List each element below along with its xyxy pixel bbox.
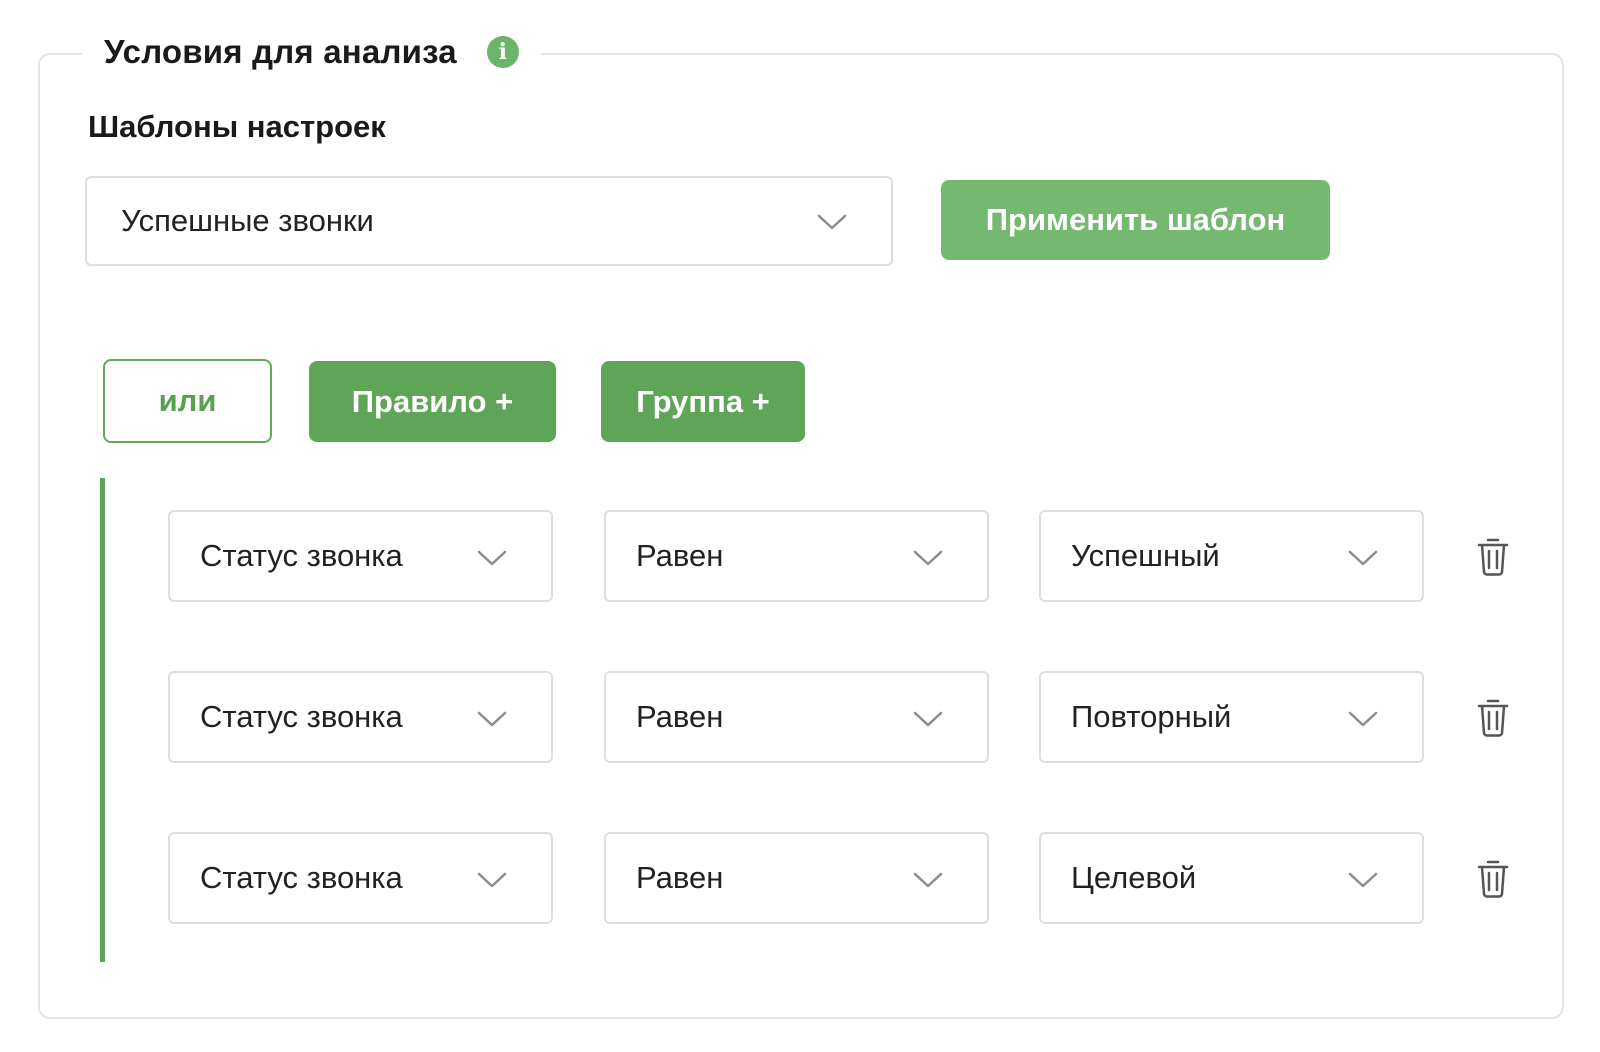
rule-field-select[interactable]: Статус звонка [168, 510, 553, 602]
rule-operator-select[interactable]: Равен [604, 671, 989, 763]
chevron-down-icon [1348, 550, 1378, 566]
chevron-down-icon [913, 872, 943, 888]
trash-icon[interactable] [1477, 536, 1509, 576]
panel-title: Условия для анализа [104, 33, 457, 70]
chevron-down-icon [913, 550, 943, 566]
chevron-down-icon [1348, 872, 1378, 888]
rule-value-select[interactable]: Успешный [1039, 510, 1424, 602]
chevron-down-icon [817, 214, 847, 230]
apply-template-button[interactable]: Применить шаблон [941, 180, 1330, 260]
rule-value-select[interactable]: Повторный [1039, 671, 1424, 763]
rule-row: Статус звонка Равен Целевой [0, 832, 1600, 924]
chevron-down-icon [913, 711, 943, 727]
template-select[interactable]: Успешные звонки [85, 176, 893, 266]
template-select-value: Успешные звонки [121, 203, 374, 238]
rule-row: Статус звонка Равен Повторный [0, 671, 1600, 763]
panel-legend: Условия для анализа i [82, 22, 541, 82]
add-rule-button[interactable]: Правило + [309, 361, 556, 442]
rule-operator-select[interactable]: Равен [604, 510, 989, 602]
info-icon[interactable]: i [486, 36, 519, 68]
chevron-down-icon [477, 872, 507, 888]
trash-icon[interactable] [1477, 858, 1509, 898]
templates-label: Шаблоны настроек [88, 109, 386, 144]
add-group-button[interactable]: Группа + [601, 361, 805, 442]
chevron-down-icon [477, 550, 507, 566]
trash-icon[interactable] [1477, 697, 1509, 737]
group-operator-button[interactable]: или [103, 359, 272, 443]
rule-field-select[interactable]: Статус звонка [168, 671, 553, 763]
rule-row: Статус звонка Равен Успешный [0, 510, 1600, 602]
chevron-down-icon [477, 711, 507, 727]
chevron-down-icon [1348, 711, 1378, 727]
rule-operator-select[interactable]: Равен [604, 832, 989, 924]
rule-value-select[interactable]: Целевой [1039, 832, 1424, 924]
rule-field-select[interactable]: Статус звонка [168, 832, 553, 924]
